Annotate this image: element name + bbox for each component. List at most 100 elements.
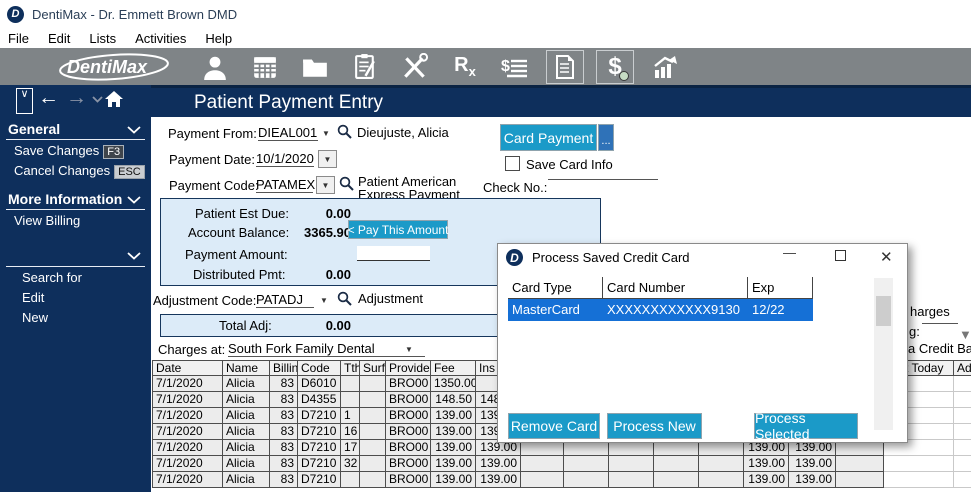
grid-cell[interactable] — [836, 472, 884, 488]
grid-cell[interactable]: 7/1/2020 — [153, 376, 223, 392]
grid-cell[interactable]: 7/1/2020 — [153, 472, 223, 488]
grid-cell[interactable] — [341, 392, 360, 408]
grid-cell[interactable]: 148.50 — [431, 392, 476, 408]
grid-cell[interactable]: 7/1/2020 — [153, 424, 223, 440]
grid-cell[interactable] — [884, 472, 954, 488]
grid-cell[interactable]: BRO00 — [386, 440, 431, 456]
schedule-calendar-icon[interactable] — [240, 50, 290, 84]
payment-code-dropdown-icon[interactable]: ▼ — [316, 176, 335, 194]
payment-code-value[interactable]: PATAMEX — [256, 177, 315, 193]
back-arrow-icon[interactable]: ← — [38, 86, 59, 110]
grid-cell[interactable]: BRO00 — [386, 392, 431, 408]
grid-cell[interactable] — [954, 392, 971, 408]
payment-amount-input[interactable] — [357, 246, 430, 261]
adjustment-code-value[interactable]: PATADJ — [256, 292, 314, 308]
saved-card-cell[interactable]: XXXXXXXXXXXX9130 — [603, 299, 748, 321]
grid-cell[interactable]: D7210 — [298, 424, 341, 440]
grid-cell[interactable]: Alicia — [223, 456, 270, 472]
grid-cell[interactable]: 139.00 — [476, 472, 521, 488]
grid-cell[interactable] — [521, 456, 564, 472]
grid-cell[interactable] — [836, 456, 884, 472]
grid-cell[interactable]: 139.00 — [431, 456, 476, 472]
minimize-icon[interactable]: — — [783, 245, 796, 260]
sidebar-item-view-billing[interactable]: View Billing — [0, 210, 151, 230]
adjustment-code-dropdown-icon[interactable]: ▼ — [320, 296, 328, 305]
grid-cell[interactable]: 83 — [270, 408, 298, 424]
sidebar-section-general[interactable]: General — [0, 118, 151, 139]
grid-cell[interactable]: 32 — [341, 456, 360, 472]
grid-cell[interactable] — [341, 376, 360, 392]
document-icon[interactable] — [546, 49, 584, 84]
menu-item-activities[interactable]: Activities — [135, 31, 186, 46]
grid-cell[interactable] — [564, 456, 609, 472]
grid-cell[interactable] — [521, 472, 564, 488]
aging-dropdown-icon[interactable]: ▼ — [959, 327, 971, 342]
grid-cell[interactable]: 83 — [270, 392, 298, 408]
grid-cell[interactable]: 1350.00 — [431, 376, 476, 392]
clipboard-icon[interactable] — [340, 50, 390, 84]
patient-icon[interactable] — [190, 50, 240, 84]
grid-cell[interactable]: Alicia — [223, 408, 270, 424]
grid-cell[interactable]: 139.00 — [744, 472, 789, 488]
grid-cell[interactable]: 7/1/2020 — [153, 456, 223, 472]
grid-cell[interactable] — [954, 456, 971, 472]
charges-at-dropdown-icon[interactable]: ▼ — [405, 345, 413, 354]
grid-cell[interactable]: 83 — [270, 456, 298, 472]
grid-cell[interactable]: BRO00 — [386, 376, 431, 392]
sidebar-section-more-information[interactable]: More Information — [0, 188, 151, 209]
table-row[interactable]: 7/1/2020 Alicia 83 D7210 32 BRO00 139.00 139.00… — [153, 456, 971, 472]
grid-cell[interactable] — [954, 376, 971, 392]
grid-cell[interactable]: Alicia — [223, 376, 270, 392]
grid-cell[interactable]: Alicia — [223, 440, 270, 456]
sidebar-item-search-for[interactable]: Search for — [0, 267, 151, 287]
grid-cell[interactable]: BRO00 — [386, 408, 431, 424]
grid-cell[interactable] — [954, 424, 971, 440]
grid-cell[interactable]: 139.00 — [431, 472, 476, 488]
grid-cell[interactable]: 139.00 — [744, 456, 789, 472]
grid-cell[interactable] — [360, 424, 386, 440]
grid-cell[interactable]: BRO00 — [386, 424, 431, 440]
sidebar-item-cancel-changes[interactable]: Cancel Changes ESC — [0, 160, 151, 180]
grid-cell[interactable]: D7210 — [298, 456, 341, 472]
grid-cell[interactable]: D7210 — [298, 472, 341, 488]
grid-cell[interactable]: 139.00 — [476, 456, 521, 472]
grid-cell[interactable] — [564, 472, 609, 488]
grid-cell[interactable]: 139.00 — [431, 424, 476, 440]
grid-cell[interactable] — [954, 440, 971, 456]
grid-cell[interactable]: D7210 — [298, 408, 341, 424]
saved-card-row[interactable]: MasterCard XXXXXXXXXXXX9130 12/22 — [508, 299, 813, 321]
payment-date-value[interactable]: 10/1/2020 — [256, 151, 314, 167]
grid-cell[interactable] — [654, 456, 699, 472]
grid-cell[interactable]: 139.00 — [431, 408, 476, 424]
grid-cell[interactable] — [360, 472, 386, 488]
grid-cell[interactable]: BRO00 — [386, 472, 431, 488]
grid-cell[interactable]: 16 — [341, 424, 360, 440]
grid-cell[interactable] — [360, 456, 386, 472]
charges-at-value[interactable]: South Fork Family Dental — [228, 341, 425, 357]
grid-cell[interactable]: Alicia — [223, 472, 270, 488]
grid-cell[interactable]: 1 — [341, 408, 360, 424]
dialog-scrollbar[interactable] — [874, 278, 893, 430]
grid-cell[interactable] — [954, 472, 971, 488]
dental-tools-icon[interactable] — [390, 50, 440, 84]
grid-cell[interactable] — [360, 376, 386, 392]
pin-panel-icon[interactable]: ∨ — [16, 88, 33, 114]
maximize-icon[interactable] — [835, 250, 846, 261]
close-icon[interactable]: ✕ — [880, 248, 893, 266]
grid-cell[interactable] — [360, 440, 386, 456]
grid-cell[interactable] — [360, 408, 386, 424]
menu-item-help[interactable]: Help — [205, 31, 232, 46]
menu-item-edit[interactable]: Edit — [48, 31, 70, 46]
forward-arrow-icon[interactable]: → — [66, 86, 87, 110]
grid-cell[interactable]: 7/1/2020 — [153, 440, 223, 456]
grid-cell[interactable]: D7210 — [298, 440, 341, 456]
grid-cell[interactable] — [884, 456, 954, 472]
card-payment-button[interactable]: Card Payment — [500, 124, 597, 151]
menu-item-lists[interactable]: Lists — [89, 31, 116, 46]
sidebar-item-edit[interactable]: Edit — [0, 287, 151, 307]
grid-cell[interactable]: 7/1/2020 — [153, 408, 223, 424]
grid-cell[interactable]: Alicia — [223, 424, 270, 440]
grid-cell[interactable]: 139.00 — [789, 456, 836, 472]
saved-card-cell[interactable]: 12/22 — [748, 299, 813, 321]
grid-cell[interactable] — [609, 456, 654, 472]
